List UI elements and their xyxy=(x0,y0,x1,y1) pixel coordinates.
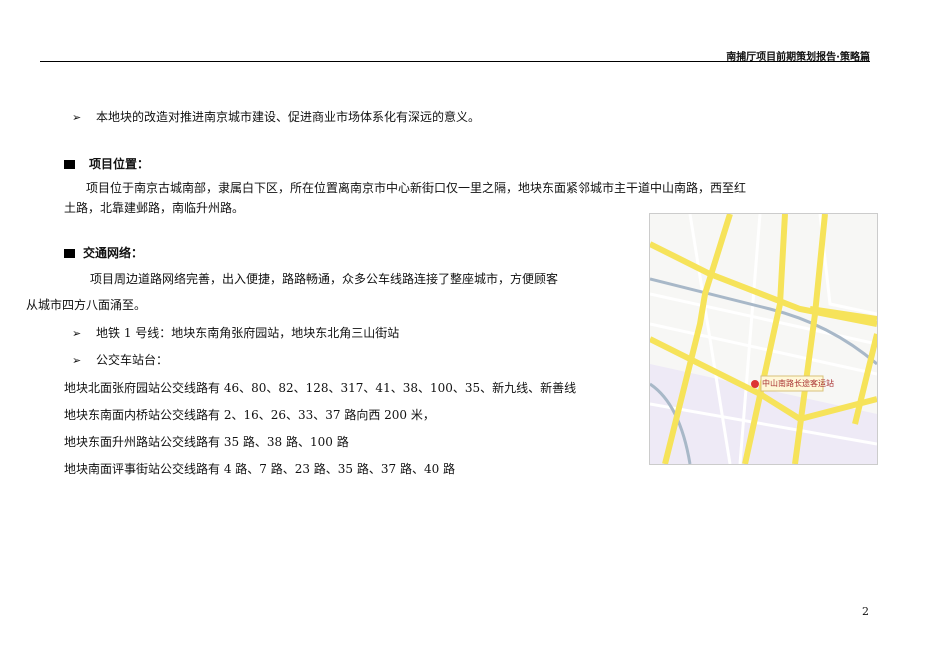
arrow-bullet-icon: ➢ xyxy=(72,327,82,340)
bus-heading-text: 公交车站台： xyxy=(96,353,169,367)
location-line2: 土路，北靠建邺路，南临升州路。 xyxy=(64,201,245,215)
bus-line: 地块东南面内桥站公交线路有 2、16、26、33、37 路向西 200 米， xyxy=(64,408,435,422)
page-number: 2 xyxy=(862,605,869,618)
location-map: 中山南路长途客运站 xyxy=(648,213,880,465)
arrow-bullet-icon: ➢ xyxy=(72,111,82,124)
intro-bullet: ➢ 本地块的改造对推进南京城市建设、促进商业市场体系化有深远的意义。 xyxy=(72,108,480,125)
traffic-heading: 交通网络： xyxy=(64,244,143,261)
header-rule xyxy=(40,61,870,62)
location-heading-text: 项目位置： xyxy=(89,157,150,171)
bus-line: 地块南面评事街站公交线路有 4 路、7 路、23 路、35 路、37 路、40 … xyxy=(64,462,456,476)
metro-bullet: ➢ 地铁 1 号线：地块东南角张府园站，地块东北角三山街站 xyxy=(72,324,399,341)
bus-line: 地块东面升州路站公交线路有 35 路、38 路、100 路 xyxy=(64,435,349,449)
map-station-label: 中山南路长途客运站 xyxy=(762,379,834,388)
bus-line: 地块北面张府园站公交线路有 46、80、82、128、317、41、38、100… xyxy=(64,381,577,395)
location-line1: 项目位于南京古城南部，隶属白下区，所在位置离南京市中心新街口仅一里之隔，地块东面… xyxy=(86,181,747,195)
document-page: 南捕厅项目前期策划报告·策略篇 ➢ 本地块的改造对推进南京城市建设、促进商业市场体… xyxy=(0,0,950,672)
traffic-line1: 项目周边道路网络完善，出入便捷，路路畅通，众多公车线路连接了整座城市，方便顾客 xyxy=(90,272,559,286)
intro-text: 本地块的改造对推进南京城市建设、促进商业市场体系化有深远的意义。 xyxy=(96,110,481,124)
map-marker-icon xyxy=(751,380,759,388)
traffic-heading-text: 交通网络： xyxy=(83,246,144,260)
square-bullet-icon xyxy=(64,160,75,169)
traffic-line2: 从城市四方八面涌至。 xyxy=(26,298,147,312)
metro-text: 地铁 1 号线：地块东南角张府园站，地块东北角三山街站 xyxy=(96,326,400,340)
location-heading: 项目位置： xyxy=(64,155,149,172)
bus-bullet: ➢ 公交车站台： xyxy=(72,351,168,368)
square-bullet-icon xyxy=(64,249,75,258)
arrow-bullet-icon: ➢ xyxy=(72,354,82,367)
